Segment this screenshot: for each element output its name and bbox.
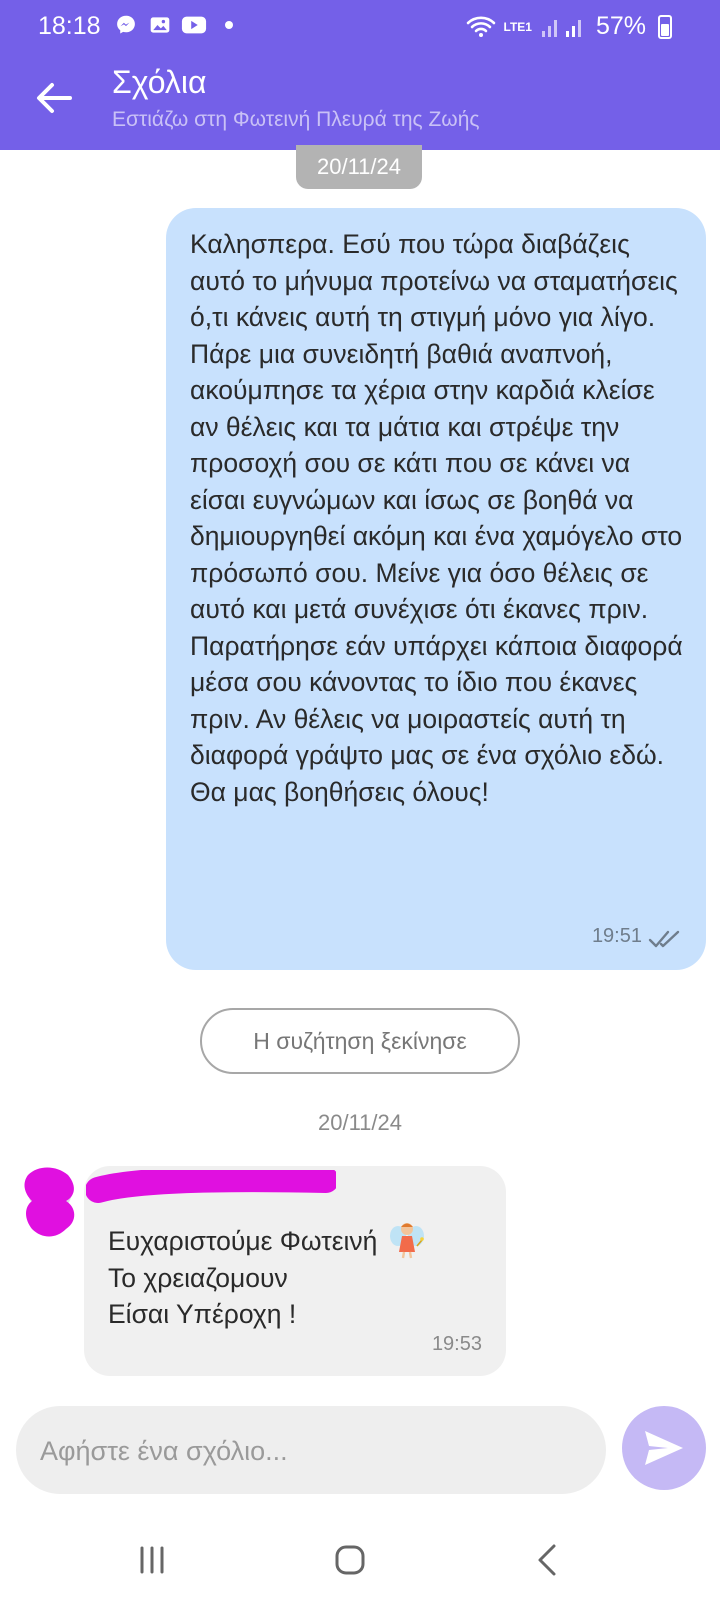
outgoing-message[interactable]: Καλησπερα. Εσύ που τώρα διαβάζεις αυτό τ… (166, 208, 706, 970)
signal-icon (541, 19, 581, 37)
page-title: Σχόλια (112, 64, 207, 100)
messenger-icon (117, 15, 135, 34)
home-icon[interactable] (320, 1530, 380, 1590)
status-bar: 18:18 LTE1 57% (0, 0, 720, 54)
redacted-sender-name (86, 1170, 336, 1203)
incoming-message[interactable]: Ευχαριστούμε Φωτεινή Το χρειαζομουν Είσα… (84, 1166, 506, 1376)
message-time: 19:53 (431, 1333, 482, 1355)
battery-icon (658, 14, 672, 39)
send-icon (645, 1431, 683, 1465)
notification-dot-icon (225, 21, 233, 29)
comment-composer (16, 1406, 606, 1496)
chat-header: Σχόλια Εστιάζω στη Φωτεινή Πλευρά της Ζω… (0, 54, 720, 150)
message-line: Ευχαριστούμε Φωτεινή (108, 1220, 425, 1260)
date-separator: 20/11/24 (296, 145, 422, 189)
status-time: 18:18 (38, 12, 101, 40)
system-navigation-bar (0, 1520, 720, 1600)
gallery-icon (150, 17, 170, 33)
youtube-icon (181, 16, 207, 34)
message-time: 19:51 (591, 925, 642, 947)
message-text: Καλησπερα. Εσύ που τώρα διαβάζεις αυτό τ… (190, 229, 683, 807)
back-arrow-icon[interactable] (30, 74, 78, 122)
send-button[interactable] (622, 1406, 706, 1490)
page-subtitle: Εστιάζω στη Φωτεινή Πλευρά της Ζωής (112, 108, 480, 131)
recent-apps-icon[interactable] (122, 1530, 182, 1590)
message-line: Το χρειαζομουν (108, 1263, 288, 1293)
network-type-label: LTE1 (503, 19, 532, 34)
conversation-started-button[interactable]: Η συζήτηση ξεκίνησε (200, 1008, 520, 1074)
avatar[interactable] (18, 1165, 84, 1245)
comment-input[interactable] (38, 1406, 592, 1496)
wifi-icon (466, 16, 495, 37)
date-separator-second: 20/11/24 (317, 1110, 402, 1135)
message-line: Είσαι Υπέροχη ! (108, 1299, 297, 1329)
back-icon[interactable] (518, 1530, 578, 1590)
battery-percentage: 57% (595, 12, 646, 40)
double-check-icon (648, 930, 680, 948)
fairy-emoji-icon (390, 1223, 425, 1259)
